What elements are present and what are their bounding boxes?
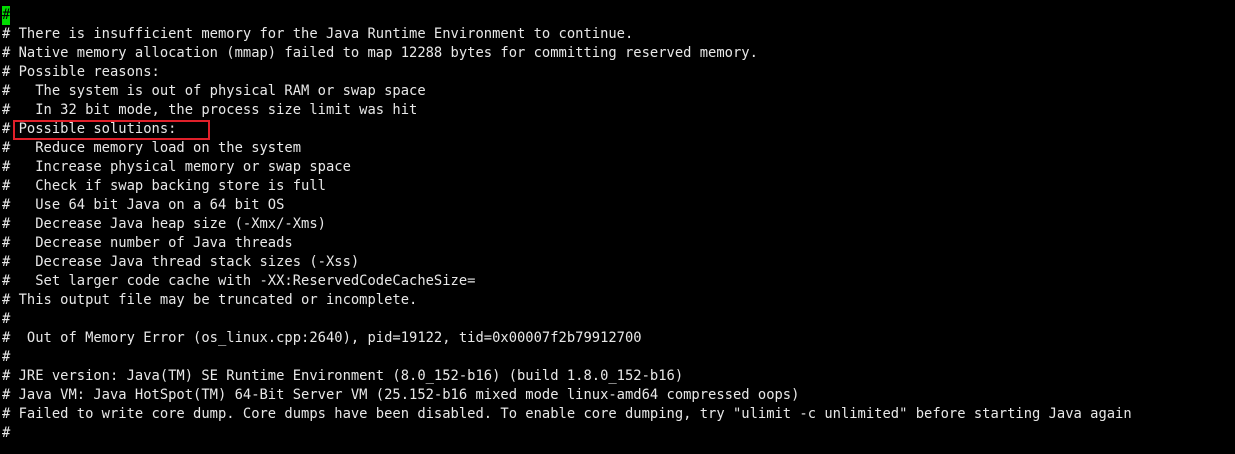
terminal-line: # bbox=[2, 425, 11, 441]
terminal-line-possible-solutions: # Possible solutions: bbox=[2, 121, 177, 137]
terminal-cursor: # bbox=[2, 6, 11, 25]
terminal-line-cursor: # bbox=[2, 6, 1235, 25]
terminal-line: # Reduce memory load on the system bbox=[2, 140, 302, 156]
terminal-line: # Check if swap backing store is full bbox=[2, 178, 326, 194]
terminal-line: # Use 64 bit Java on a 64 bit OS bbox=[2, 197, 285, 213]
terminal-line: # This output file may be truncated or i… bbox=[2, 292, 418, 308]
terminal-line: # Possible reasons: bbox=[2, 64, 160, 80]
terminal-line: # Failed to write core dump. Core dumps … bbox=[2, 406, 1132, 422]
terminal-line: # Increase physical memory or swap space bbox=[2, 159, 351, 175]
terminal-line: # Decrease Java heap size (-Xmx/-Xms) bbox=[2, 216, 326, 232]
terminal-line: # Native memory allocation (mmap) failed… bbox=[2, 45, 758, 61]
terminal-window[interactable]: # # There is insufficient memory for the… bbox=[0, 0, 1235, 454]
terminal-line: # bbox=[2, 311, 11, 327]
terminal-line: # Out of Memory Error (os_linux.cpp:2640… bbox=[2, 330, 642, 346]
terminal-line: # There is insufficient memory for the J… bbox=[2, 26, 634, 42]
terminal-line: # In 32 bit mode, the process size limit… bbox=[2, 102, 418, 118]
terminal-line: # Decrease number of Java threads bbox=[2, 235, 293, 251]
terminal-line: # Decrease Java thread stack sizes (-Xss… bbox=[2, 254, 360, 270]
terminal-line: # Set larger code cache with -XX:Reserve… bbox=[2, 273, 476, 289]
terminal-line: # The system is out of physical RAM or s… bbox=[2, 83, 426, 99]
terminal-line: # Java VM: Java HotSpot(TM) 64-Bit Serve… bbox=[2, 387, 800, 403]
terminal-line: # bbox=[2, 349, 11, 365]
terminal-line: # JRE version: Java(TM) SE Runtime Envir… bbox=[2, 368, 684, 384]
